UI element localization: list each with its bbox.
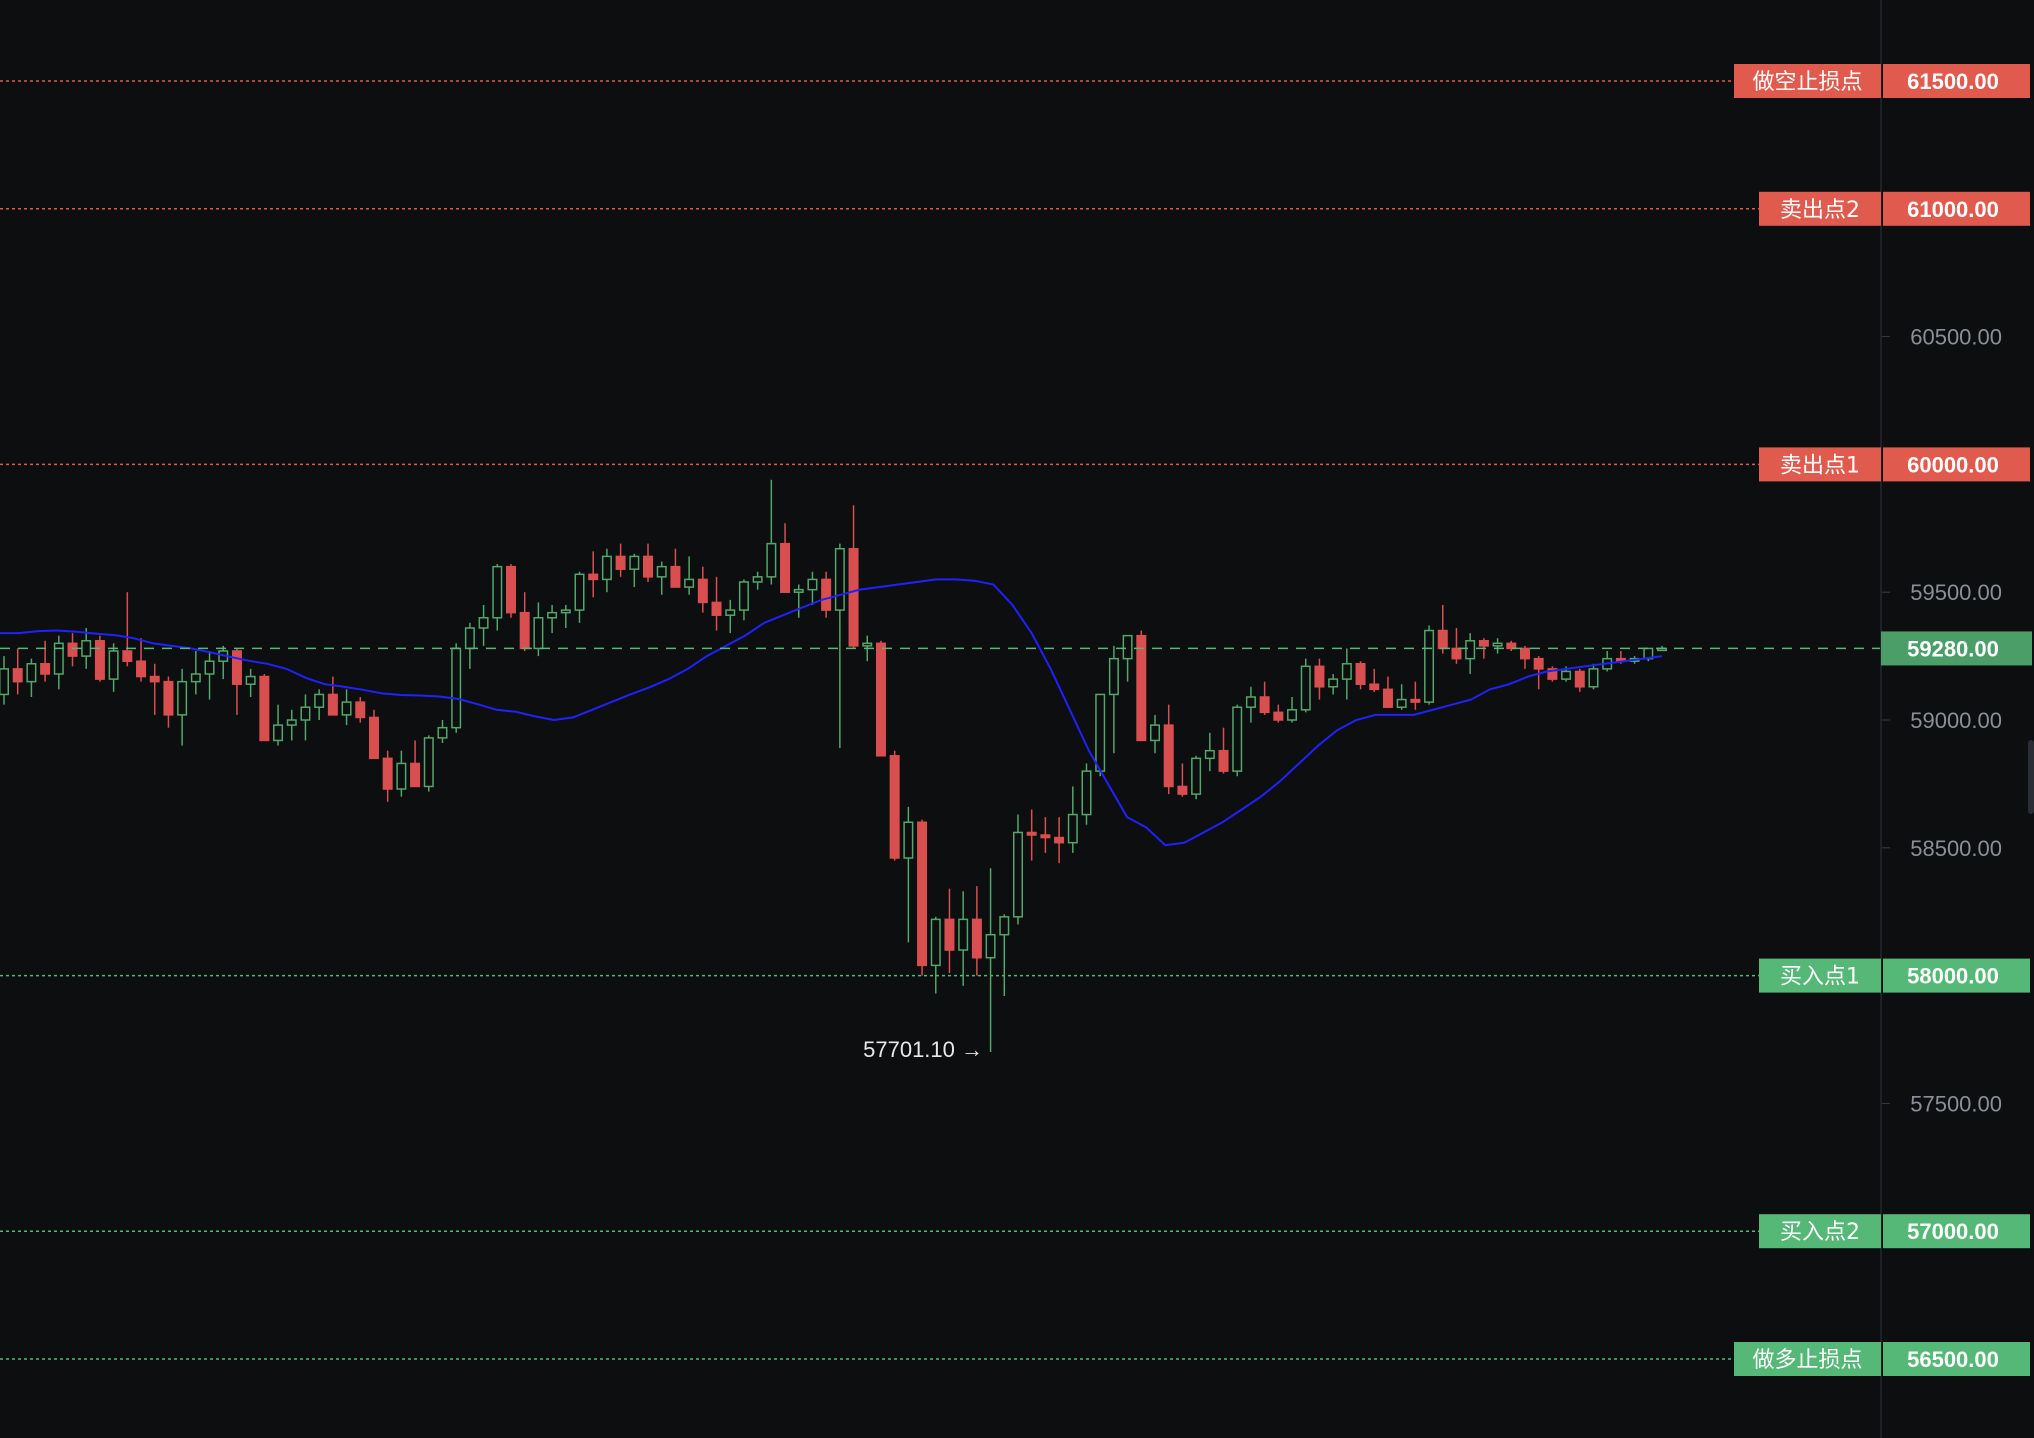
candle-87 bbox=[1191, 755, 1202, 800]
candlestick-chart: 59280.00 60500.00 59500.00 59000.00 58500.0… bbox=[0, 0, 2034, 1438]
tick-label-1: 59500.00 bbox=[1910, 580, 2002, 605]
tick-label-2: 59000.00 bbox=[1910, 708, 2002, 733]
candle-90 bbox=[1232, 704, 1243, 777]
candle-95 bbox=[1300, 658, 1311, 713]
tick-label-0: 60500.00 bbox=[1910, 325, 2002, 350]
candle-27 bbox=[368, 709, 379, 760]
scroll-handle[interactable] bbox=[2028, 740, 2034, 814]
tick-label-3: 58500.00 bbox=[1910, 836, 2002, 861]
current-price-label: 59280.00 bbox=[1907, 636, 1999, 661]
level-name-4: 买入点2 bbox=[1780, 1220, 1860, 1245]
candle-67 bbox=[917, 819, 928, 976]
candle-37 bbox=[505, 564, 516, 618]
candle-33 bbox=[451, 643, 462, 733]
level-price-3: 58000.00 bbox=[1907, 964, 1999, 989]
level-name-0: 做空止损点 bbox=[1752, 70, 1862, 95]
level-price-1: 61000.00 bbox=[1907, 197, 1999, 222]
level-price-5: 56500.00 bbox=[1907, 1347, 1999, 1372]
level-name-1: 卖出点2 bbox=[1780, 198, 1860, 223]
tick-label-4: 57500.00 bbox=[1910, 1091, 2002, 1116]
candle-7 bbox=[94, 635, 105, 682]
level-name-3: 买入点1 bbox=[1780, 965, 1860, 990]
candle-31 bbox=[423, 735, 434, 792]
level-price-4: 57000.00 bbox=[1907, 1219, 1999, 1244]
level-name-2: 卖出点1 bbox=[1780, 453, 1860, 478]
candle-64 bbox=[875, 640, 886, 757]
candle-65 bbox=[889, 750, 900, 861]
low-price-annotation: 57701.10 → bbox=[863, 1037, 983, 1062]
candle-113 bbox=[1547, 666, 1558, 682]
candle-19 bbox=[259, 673, 270, 742]
candle-83 bbox=[1136, 630, 1147, 742]
candle-104 bbox=[1424, 625, 1435, 705]
level-name-5: 做多止损点 bbox=[1752, 1348, 1862, 1373]
level-price-0: 61500.00 bbox=[1907, 69, 1999, 94]
level-price-2: 60000.00 bbox=[1907, 452, 1999, 477]
